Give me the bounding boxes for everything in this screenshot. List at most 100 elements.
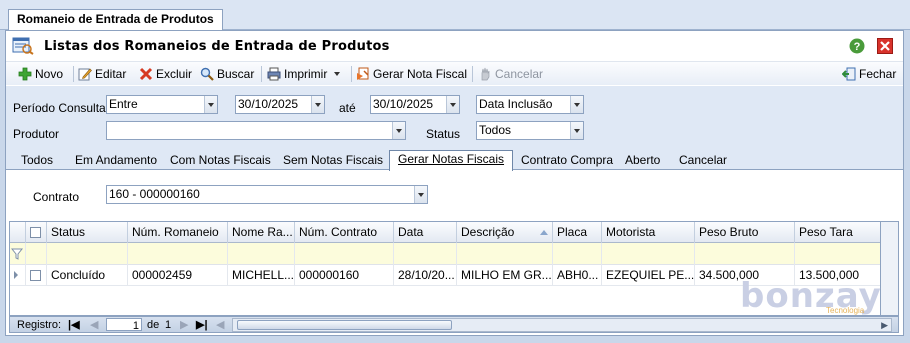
plus-icon: [18, 67, 32, 81]
row-checkbox[interactable]: [30, 270, 41, 281]
filter-cell[interactable]: [602, 243, 695, 265]
tab-aberto[interactable]: Aberto: [617, 152, 668, 170]
prev-record-icon[interactable]: ◀: [90, 318, 98, 332]
col-placa[interactable]: Placa: [553, 222, 602, 243]
novo-button[interactable]: Novo: [18, 65, 63, 83]
close-icon[interactable]: [877, 38, 893, 54]
filter-cell[interactable]: [128, 243, 228, 265]
cell-descricao[interactable]: MILHO EM GR...: [457, 265, 553, 286]
cell-num-contrato[interactable]: 000000160: [295, 265, 394, 286]
tab-sem-notas-fiscais[interactable]: Sem Notas Fiscais: [275, 152, 391, 170]
row-indicator: [10, 265, 26, 286]
status-select[interactable]: Todos: [476, 121, 584, 140]
col-nome-razao[interactable]: Nome Ra...: [228, 222, 295, 243]
buscar-button[interactable]: Buscar: [200, 65, 254, 83]
chevron-down-icon[interactable]: [446, 96, 459, 113]
col-peso-tara[interactable]: Peso Tara: [795, 222, 880, 243]
tab-com-notas-fiscais[interactable]: Com Notas Fiscais: [162, 152, 279, 170]
document-tab[interactable]: Romaneio de Entrada de Produtos: [8, 9, 223, 30]
filter-cell[interactable]: [457, 243, 553, 265]
filter-cell[interactable]: [553, 243, 602, 265]
select-all-checkbox[interactable]: [30, 227, 41, 238]
ate-label: até: [339, 101, 356, 115]
horizontal-scroll-thumb[interactable]: [237, 320, 452, 330]
search-icon: [200, 67, 214, 81]
vertical-scrollbar[interactable]: [881, 221, 899, 316]
excluir-button[interactable]: Excluir: [139, 65, 192, 83]
filter-cell[interactable]: [228, 243, 295, 265]
cell-nome-razao[interactable]: MICHELL...: [228, 265, 295, 286]
filter-cell[interactable]: [26, 243, 47, 265]
list-window-icon: [12, 37, 34, 55]
toolbar-separator: [73, 66, 74, 82]
cell-placa[interactable]: ABH0...: [553, 265, 602, 286]
last-record-icon[interactable]: ▶|: [196, 318, 208, 332]
registro-label: Registro:: [17, 319, 62, 331]
cancelar-button[interactable]: Cancelar: [478, 65, 543, 83]
grid-filter-row: [10, 243, 880, 265]
first-record-icon[interactable]: |◀: [68, 318, 80, 332]
delete-icon: [139, 67, 153, 81]
cell-data[interactable]: 28/10/20...: [394, 265, 457, 286]
gerar-nota-fiscal-button[interactable]: Gerar Nota Fiscal: [356, 65, 467, 83]
edit-icon: [78, 68, 92, 81]
col-motorista[interactable]: Motorista: [602, 222, 695, 243]
date-to-field[interactable]: 30/10/2025: [370, 95, 460, 114]
chevron-down-icon[interactable]: [392, 122, 405, 139]
horizontal-scrollbar[interactable]: ▶: [232, 318, 892, 332]
toolbar: Novo Editar Excluir Buscar Imprimir Gera…: [6, 61, 903, 85]
filter-cell[interactable]: [394, 243, 457, 265]
chevron-down-icon[interactable]: [414, 186, 427, 203]
total-records: 1: [165, 319, 172, 331]
tab-gerar-notas-fiscais[interactable]: Gerar Notas Fiscais: [389, 150, 514, 171]
grid-header: Status Núm. Romaneio Nome Ra... Núm. Con…: [10, 222, 880, 243]
tab-todos[interactable]: Todos: [13, 152, 61, 170]
window-title: Listas dos Romaneios de Entrada de Produ…: [44, 39, 390, 54]
cancel-hand-icon: [481, 67, 490, 81]
cell-motorista[interactable]: EZEQUIEL PE...: [602, 265, 695, 286]
chevron-down-icon[interactable]: [570, 122, 583, 139]
tab-cancelar[interactable]: Cancelar: [671, 152, 735, 170]
date-field-select[interactable]: Data Inclusão: [476, 95, 584, 114]
contrato-select[interactable]: 160 - 000000160: [106, 185, 428, 204]
filter-cell[interactable]: [47, 243, 128, 265]
produtor-select[interactable]: [106, 121, 406, 140]
periodo-mode-select[interactable]: Entre: [106, 95, 218, 114]
generate-invoice-icon: [357, 67, 369, 80]
row-select-cell[interactable]: [26, 265, 47, 286]
select-all-header[interactable]: [26, 222, 47, 243]
chevron-down-icon[interactable]: [570, 96, 583, 113]
sort-ascending-icon: [540, 230, 548, 235]
current-record-field[interactable]: 1: [106, 318, 142, 332]
help-icon[interactable]: ?: [849, 38, 865, 54]
editar-button[interactable]: Editar: [78, 65, 126, 83]
col-data[interactable]: Data: [394, 222, 457, 243]
col-num-romaneio[interactable]: Núm. Romaneio: [128, 222, 228, 243]
next-record-icon[interactable]: ▶: [180, 318, 188, 332]
col-descricao[interactable]: Descrição: [457, 222, 553, 243]
tab-em-andamento[interactable]: Em Andamento: [67, 152, 165, 170]
chevron-down-icon[interactable]: [311, 96, 324, 113]
cell-status[interactable]: Concluído: [47, 265, 128, 286]
col-peso-bruto[interactable]: Peso Bruto: [695, 222, 795, 243]
tab-contrato-compra[interactable]: Contrato Compra: [513, 152, 621, 170]
scroll-right-icon[interactable]: ▶: [881, 319, 888, 331]
filter-cell[interactable]: [295, 243, 394, 265]
date-from-field[interactable]: 30/10/2025: [235, 95, 325, 114]
imprimir-button[interactable]: Imprimir: [267, 65, 340, 83]
cell-num-romaneio[interactable]: 000002459: [128, 265, 228, 286]
printer-icon: [267, 67, 281, 81]
col-status[interactable]: Status: [47, 222, 128, 243]
filter-panel: Período Consulta Entre 30/10/2025 até 30…: [6, 86, 903, 151]
record-navigator: Registro: |◀ ◀ 1 de 1 ▶ ▶| ◀ ▶: [9, 316, 899, 333]
fechar-button[interactable]: Fechar: [842, 65, 896, 83]
filter-cell[interactable]: [695, 243, 795, 265]
col-num-contrato[interactable]: Núm. Contrato: [295, 222, 394, 243]
filter-icon: [10, 243, 26, 265]
scroll-left-icon[interactable]: ◀: [216, 318, 224, 332]
filter-cell[interactable]: [795, 243, 880, 265]
current-row-icon: [14, 271, 18, 279]
chevron-down-icon[interactable]: [204, 96, 217, 113]
toolbar-separator: [472, 66, 473, 82]
of-label: de: [147, 319, 160, 331]
